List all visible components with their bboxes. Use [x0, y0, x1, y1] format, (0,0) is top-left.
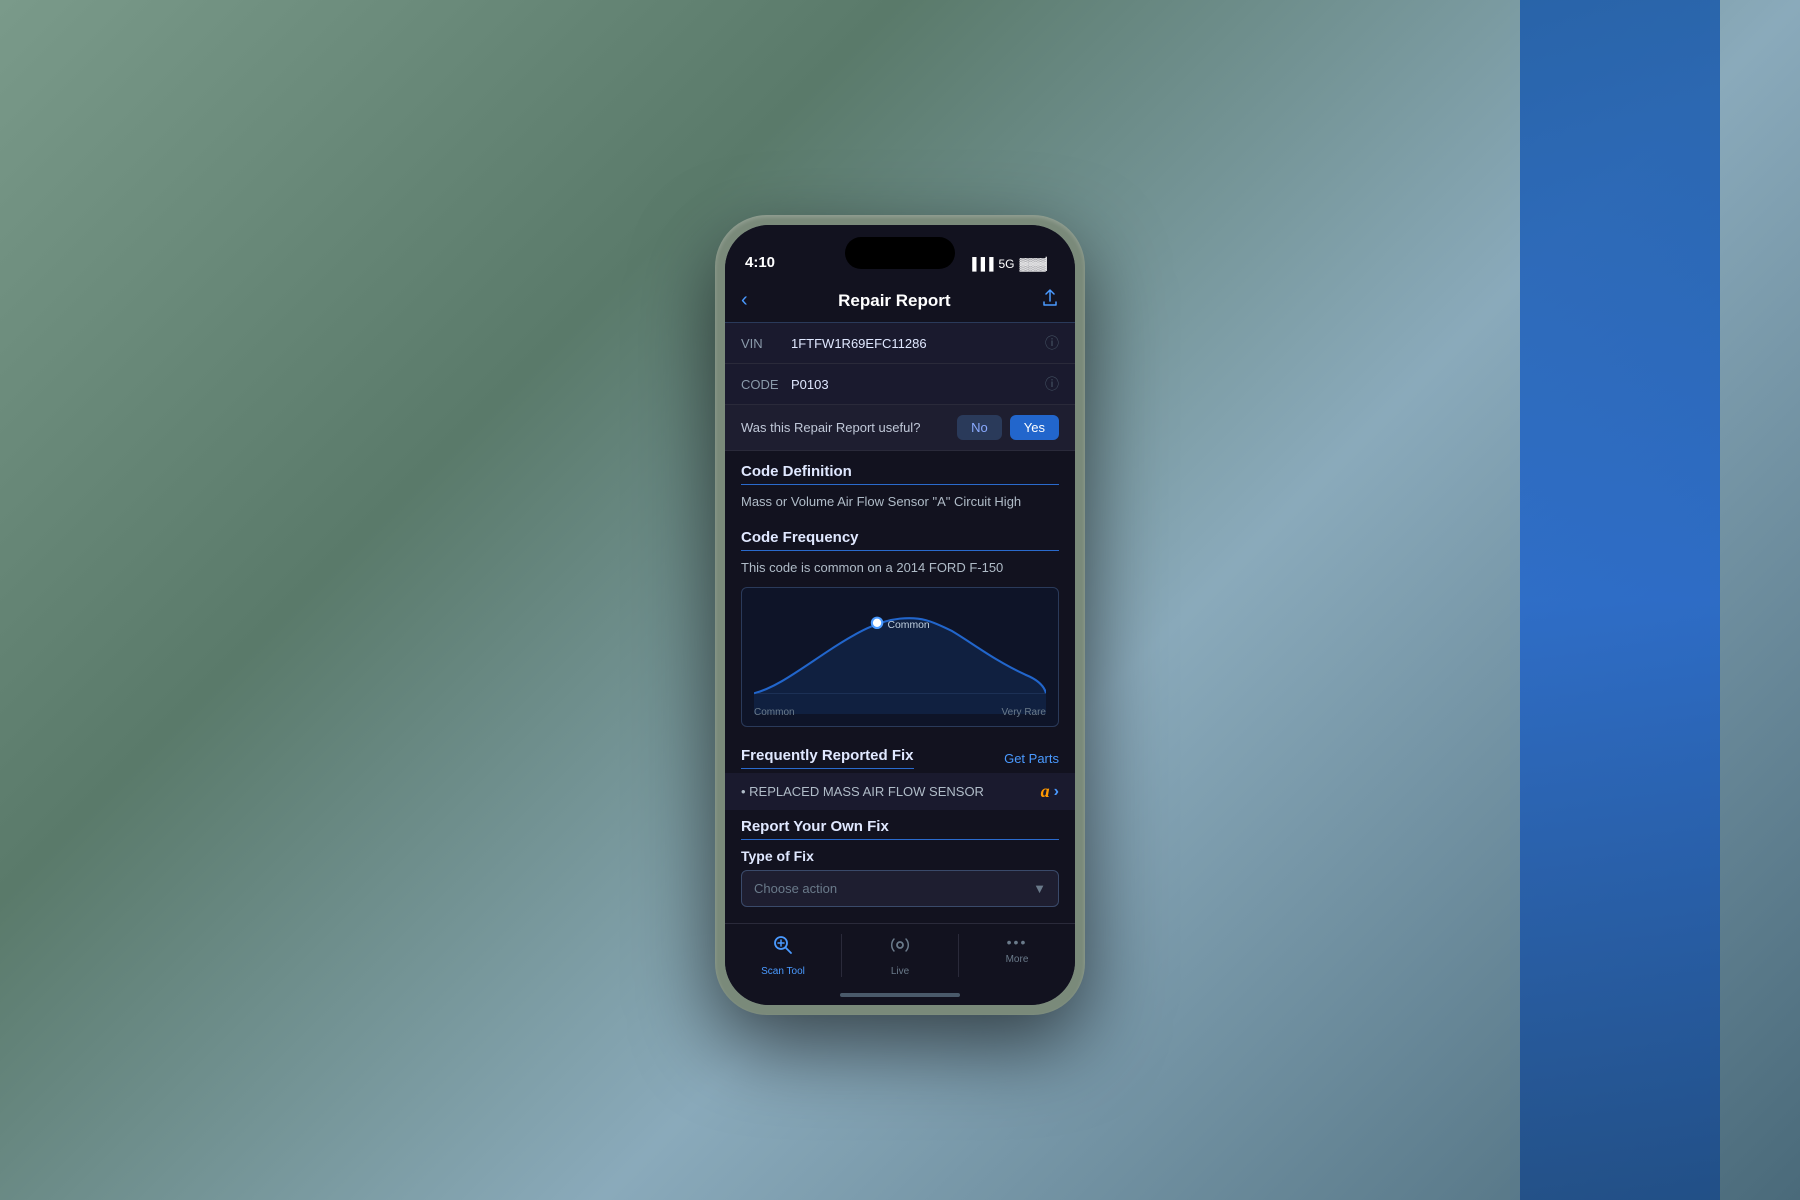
more-icon: ••• [1007, 934, 1028, 950]
useful-buttons: No Yes [957, 415, 1059, 440]
code-info-icon: ⓘ [1045, 374, 1059, 394]
signal-icon: ▐▐▐ [968, 257, 994, 271]
live-icon [889, 934, 911, 962]
get-parts-link[interactable]: Get Parts [1004, 751, 1059, 766]
code-value: P0103 [791, 377, 1045, 392]
code-definition-section: Code Definition Mass or Volume Air Flow … [725, 451, 1075, 517]
code-frequency-title: Code Frequency [741, 529, 1059, 551]
vin-label: VIN [741, 336, 791, 351]
code-row[interactable]: CODE P0103 ⓘ [725, 364, 1075, 405]
dropdown-chevron-icon: ▼ [1033, 881, 1046, 896]
battery-icon: ▓▓▓▏ [1020, 257, 1055, 271]
amazon-link[interactable]: a › [1041, 781, 1059, 802]
report-fix-section: Report Your Own Fix Type of Fix Choose a… [725, 810, 1075, 915]
live-label: Live [891, 966, 909, 977]
frequency-chart: Common Common Very Rare [741, 587, 1059, 727]
code-definition-text: Mass or Volume Air Flow Sensor "A" Circu… [741, 493, 1059, 511]
home-indicator [840, 993, 960, 997]
status-icons: ▐▐▐ 5G ▓▓▓▏ [968, 257, 1055, 271]
scroll-content: VIN 1FTFW1R69EFC11286 ⓘ CODE P0103 ⓘ Was… [725, 323, 1075, 923]
fix-row[interactable]: • REPLACED MASS AIR FLOW SENSOR a › [725, 773, 1075, 810]
frequency-chart-svg: Common [754, 600, 1046, 714]
vin-row[interactable]: VIN 1FTFW1R69EFC11286 ⓘ [725, 323, 1075, 364]
code-frequency-section: Code Frequency This code is common on a … [725, 517, 1075, 583]
tab-live[interactable]: Live [842, 934, 959, 977]
amazon-chevron: › [1054, 783, 1059, 801]
common-marker-dot [872, 618, 882, 628]
amazon-icon: a [1041, 781, 1050, 802]
chart-label-common: Common [754, 707, 795, 718]
no-button[interactable]: No [957, 415, 1002, 440]
useful-question: Was this Repair Report useful? [741, 420, 920, 435]
tab-more[interactable]: ••• More [959, 934, 1075, 965]
code-definition-title: Code Definition [741, 463, 1059, 485]
yes-button[interactable]: Yes [1010, 415, 1059, 440]
report-fix-title: Report Your Own Fix [741, 818, 1059, 840]
dynamic-island [845, 237, 955, 269]
code-label: CODE [741, 377, 791, 392]
vin-value: 1FTFW1R69EFC11286 [791, 336, 1045, 351]
scan-tool-label: Scan Tool [761, 966, 805, 977]
code-frequency-description: This code is common on a 2014 FORD F-150 [741, 559, 1059, 577]
fix-text: • REPLACED MASS AIR FLOW SENSOR [741, 784, 984, 799]
useful-bar: Was this Repair Report useful? No Yes [725, 405, 1075, 451]
tab-scan-tool[interactable]: Scan Tool [725, 934, 842, 977]
network-label: 5G [999, 257, 1015, 271]
type-of-fix-label: Type of Fix [741, 848, 1059, 864]
chart-label-very-rare: Very Rare [1002, 707, 1046, 718]
frequently-reported-fix-title: Frequently Reported Fix [741, 747, 914, 769]
status-time: 4:10 [745, 254, 775, 271]
back-button[interactable]: ‹ [741, 289, 748, 312]
phone-screen: 4:10 ▐▐▐ 5G ▓▓▓▏ ‹ Repair Report VIN 1 [725, 225, 1075, 1005]
scan-tool-icon [772, 934, 794, 962]
more-label: More [1006, 954, 1029, 965]
dropdown-placeholder: Choose action [754, 881, 837, 896]
nav-header: ‹ Repair Report [725, 279, 1075, 323]
phone-shell: 4:10 ▐▐▐ 5G ▓▓▓▏ ‹ Repair Report VIN 1 [715, 215, 1085, 1015]
frequently-reported-fix-header: Frequently Reported Fix Get Parts [725, 735, 1075, 773]
common-marker-label: Common [887, 620, 929, 631]
vin-info-icon: ⓘ [1045, 333, 1059, 353]
choose-action-dropdown[interactable]: Choose action ▼ [741, 870, 1059, 907]
share-button[interactable] [1041, 289, 1059, 312]
page-title: Repair Report [838, 291, 950, 311]
